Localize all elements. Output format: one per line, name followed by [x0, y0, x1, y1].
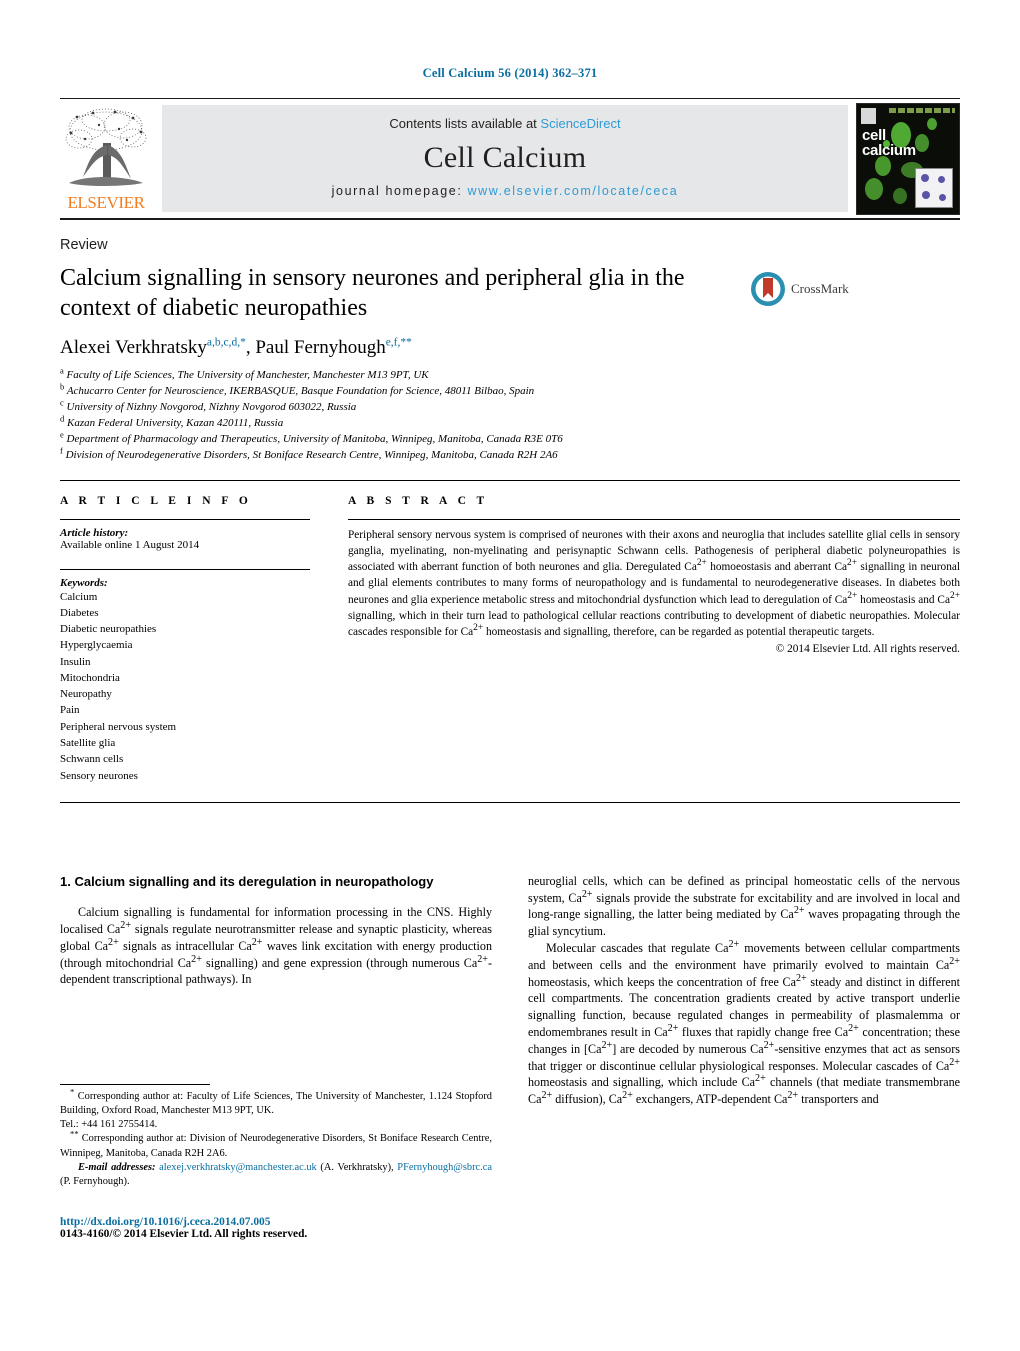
issn-copyright-line: 0143-4160/© 2014 Elsevier Ltd. All right… [60, 1228, 308, 1240]
footnote-rule [60, 1084, 210, 1085]
keyword-item: Schwann cells [60, 753, 124, 766]
article-info-heading: A R T I C L E I N F O [60, 494, 252, 507]
email-owner-2: (P. Fernyhough). [60, 1175, 130, 1187]
body-paragraph: Calcium signalling is fundamental for in… [60, 905, 493, 987]
body-column-right: neuroglial cells, which can be defined a… [528, 873, 960, 1108]
keyword-item: Satellite glia [60, 737, 116, 750]
keywords-label: Keywords: [60, 576, 108, 589]
affiliation-text: University of Nizhny Novgorod, Nizhny No… [66, 400, 357, 413]
cover-publisher-mark [861, 107, 876, 124]
keyword-item: Calcium [60, 590, 98, 603]
keyword-item: Pain [60, 704, 80, 717]
affiliation-list: a Faculty of Life Sciences, The Universi… [60, 365, 960, 464]
journal-homepage-line: journal homepage: www.elsevier.com/locat… [332, 184, 679, 198]
keyword-item: Neuropathy [60, 688, 112, 701]
journal-title: Cell Calcium [423, 140, 587, 174]
abstract-copyright: © 2014 Elsevier Ltd. All rights reserved… [775, 643, 960, 656]
keyword-item: Sensory neurones [60, 769, 138, 782]
affiliation-text: Department of Pharmacology and Therapeut… [66, 432, 563, 445]
cover-title-line2: calcium [862, 141, 916, 159]
body-paragraph: Molecular cascades that regulate Ca2+ mo… [528, 938, 960, 1107]
journal-banner: ELSEVIER Contents lists available at Sci… [60, 98, 960, 220]
abstract-heading: A B S T R A C T [348, 494, 489, 507]
contents-lists-line: Contents lists available at ScienceDirec… [389, 116, 620, 131]
affiliation-item: a Faculty of Life Sciences, The Universi… [60, 365, 960, 384]
affiliation-text: Kazan Federal University, Kazan 420111, … [67, 416, 284, 429]
elsevier-logo: ELSEVIER [60, 105, 152, 212]
keyword-item: Mitochondria [60, 671, 120, 684]
cover-title-line1: cell [862, 126, 886, 144]
affiliation-item: d Kazan Federal University, Kazan 420111… [60, 413, 960, 432]
affiliation-mark: b [60, 381, 65, 392]
contents-prefix: Contents lists available at [389, 116, 541, 131]
email-addresses-note: E-mail addresses: alexej.verkhratsky@man… [60, 1161, 492, 1189]
affiliation-mark: f [60, 445, 63, 456]
running-head: Cell Calcium 56 (2014) 362–371 [422, 66, 598, 80]
document-type-label: Review [60, 237, 108, 253]
author-list: Alexei Verkhratskya,b,c,d,*, Paul Fernyh… [60, 336, 412, 358]
crossmark-icon [751, 272, 785, 306]
corresponding-author-note-1: * Corresponding author at: Faculty of Li… [60, 1086, 492, 1117]
journal-article-page: Cell Calcium 56 (2014) 362–371 ELSEVIER … [0, 0, 1020, 1351]
keyword-item: Diabetes [60, 606, 99, 619]
title-row: Calcium signalling in sensory neurones a… [60, 263, 960, 323]
affiliation-mark: e [60, 429, 64, 440]
affiliation-text: Achucarro Center for Neuroscience, IKERB… [66, 384, 535, 397]
doi-link[interactable]: http://dx.doi.org/10.1016/j.ceca.2014.07… [60, 1216, 500, 1228]
info-divider-top [60, 479, 960, 481]
journal-banner-center: Contents lists available at ScienceDirec… [162, 105, 848, 212]
cover-title: cell calcium [862, 128, 916, 158]
elsevier-wordmark: ELSEVIER [67, 193, 145, 212]
elsevier-tree-icon [65, 108, 147, 186]
section-heading-1: 1. Calcium signalling and its deregulati… [60, 873, 434, 889]
affiliation-mark: c [60, 397, 64, 408]
article-history-value: Available online 1 August 2014 [60, 538, 200, 551]
affiliation-mark: a [60, 365, 64, 376]
email-link-1[interactable]: alexej.verkhratsky@manchester.ac.uk [159, 1162, 317, 1173]
crossmark-label: CrossMark [791, 281, 849, 296]
affiliation-text: Faculty of Life Sciences, The University… [66, 369, 429, 381]
cover-top-strip [889, 107, 955, 113]
email-link-2[interactable]: PFernyhough@sbrc.ca [397, 1162, 492, 1173]
homepage-prefix: journal homepage: [331, 184, 468, 198]
abstract-divider [348, 518, 960, 520]
body-columns: 1. Calcium signalling and its deregulati… [60, 873, 960, 1108]
affiliation-item: c University of Nizhny Novgorod, Nizhny … [60, 397, 960, 416]
body-paragraph: neuroglial cells, which can be defined a… [528, 873, 960, 939]
footnote-block: * Corresponding author at: Faculty of Li… [60, 1084, 492, 1189]
keywords-list: Calcium Diabetes Diabetic neuropathies H… [60, 589, 310, 784]
keyword-item: Hyperglycaemia [60, 639, 133, 652]
body-column-left: 1. Calcium signalling and its deregulati… [60, 873, 492, 1108]
info-abstract-row: A R T I C L E I N F O Article history: A… [60, 495, 960, 784]
journal-homepage-link[interactable]: www.elsevier.com/locate/ceca [467, 184, 678, 198]
keyword-item: Insulin [60, 655, 91, 668]
crossmark-badge[interactable]: CrossMark [750, 263, 870, 307]
keywords-divider [60, 568, 310, 570]
affiliation-item: f Division of Neurodegenerative Disorder… [60, 445, 960, 464]
sciencedirect-link[interactable]: ScienceDirect [540, 116, 620, 131]
email-owner-1: (A. Verkhratsky), [320, 1161, 394, 1173]
keyword-item: Diabetic neuropathies [60, 623, 157, 636]
cover-inset-figure [915, 167, 953, 208]
abstract-text: Peripheral sensory nervous system is com… [348, 528, 960, 639]
info-divider [60, 518, 310, 520]
corresponding-author-tel: Tel.: +44 161 2755414. [60, 1119, 158, 1131]
email-addresses-label: E-mail addresses: [78, 1161, 156, 1173]
doi-block: http://dx.doi.org/10.1016/j.ceca.2014.07… [60, 1216, 500, 1240]
affiliation-text: Division of Neurodegenerative Disorders,… [65, 448, 558, 461]
abstract-column: A B S T R A C T Peripheral sensory nervo… [348, 495, 960, 784]
article-header: Review Calcium signalling in sensory neu… [60, 237, 960, 1108]
keyword-item: Peripheral nervous system [60, 720, 177, 733]
body-divider [60, 801, 960, 803]
page-title: Calcium signalling in sensory neurones a… [60, 265, 685, 321]
journal-cover-thumbnail: cell calcium [856, 102, 960, 215]
article-history-label: Article history: [60, 526, 129, 539]
affiliation-mark: d [60, 413, 65, 424]
affiliation-item: e Department of Pharmacology and Therape… [60, 429, 960, 448]
affiliation-item: b Achucarro Center for Neuroscience, IKE… [60, 381, 960, 400]
corresponding-author-note-2: ** Corresponding author at: Division of … [60, 1128, 492, 1159]
article-info-column: A R T I C L E I N F O Article history: A… [60, 495, 310, 784]
